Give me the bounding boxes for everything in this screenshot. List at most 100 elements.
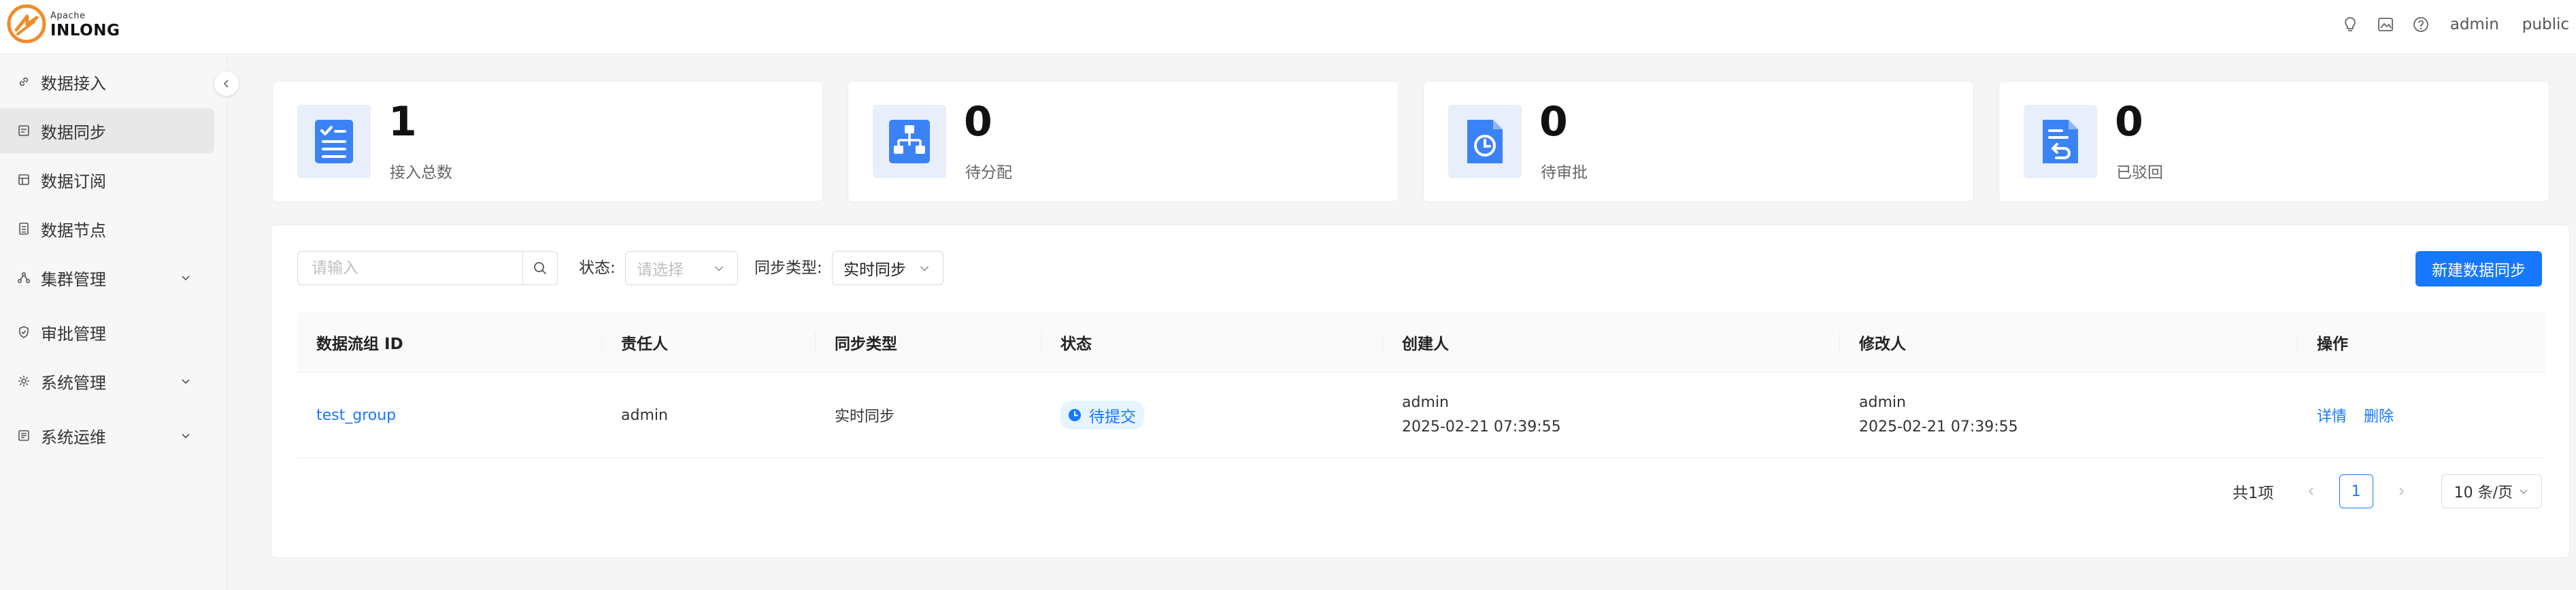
chevron-down-icon[interactable] <box>178 374 193 389</box>
chevron-left-icon <box>223 80 229 88</box>
table-header-row: 数据流组 ID 责任人 同步类型 状态 创建人 修改人 操作 <box>297 312 2546 373</box>
column-header-actions: 操作 <box>2298 312 2546 373</box>
next-page-button[interactable] <box>2391 481 2411 502</box>
stat-label: 待分配 <box>965 164 1012 182</box>
search-input[interactable] <box>297 251 523 285</box>
image-icon[interactable] <box>2375 14 2396 35</box>
help-icon[interactable] <box>2411 14 2431 35</box>
top-header: Apache INLONG admin public <box>0 0 2576 54</box>
stat-card-total: 1 接入总数 <box>272 81 823 202</box>
subscribe-icon <box>15 171 33 189</box>
clock-icon <box>1067 408 1082 423</box>
column-header-group-id[interactable]: 数据流组 ID <box>297 312 602 373</box>
stat-value: 0 <box>2115 98 2143 146</box>
sync-type-cell: 实时同步 <box>835 408 895 425</box>
table-row: test_group admin 实时同步 待提交 admin 2025-02-… <box>297 372 2546 458</box>
stat-card-rejected: 0 已驳回 <box>1998 81 2549 202</box>
search-button[interactable] <box>522 251 558 285</box>
sidebar-collapse-button[interactable] <box>214 71 239 96</box>
sidebar-item-data-subscribe[interactable]: 数据订阅 <box>0 157 214 202</box>
clock-document-icon <box>1448 105 1522 178</box>
chevron-right-icon <box>2399 487 2404 495</box>
main-content: 1 接入总数 0 待分配 0 待审批 0 已驳回 状态: 请选择 <box>227 54 2576 590</box>
cluster-icon <box>15 269 33 286</box>
brand-name: INLONG <box>50 22 120 39</box>
shield-icon <box>15 323 33 341</box>
chevron-down-icon <box>712 261 726 276</box>
filter-toolbar: 状态: 请选择 同步类型: 实时同步 新建数据同步 <box>297 251 2542 286</box>
status-select-value: 请选择 <box>637 261 684 279</box>
modifier-name: admin <box>1859 394 1906 411</box>
sidebar-item-label: 系统运维 <box>41 427 106 447</box>
pagination-total: 共1项 <box>2232 485 2274 502</box>
user-menu[interactable]: admin <box>2450 16 2499 33</box>
detail-link[interactable]: 详情 <box>2317 408 2347 425</box>
page-size-select[interactable]: 10 条/页 <box>2441 474 2542 508</box>
sync-icon <box>15 122 33 140</box>
stat-label: 接入总数 <box>390 164 452 182</box>
sync-type-filter-label: 同步类型: <box>754 259 822 277</box>
bulb-icon[interactable] <box>2340 14 2360 35</box>
column-header-creator[interactable]: 创建人 <box>1383 312 1840 373</box>
hierarchy-icon <box>873 105 946 178</box>
sidebar-item-data-node[interactable]: 数据节点 <box>0 206 214 251</box>
pagination: 共1项 1 10 条/页 <box>2232 474 2542 509</box>
page-number-button[interactable]: 1 <box>2339 474 2373 508</box>
sidebar: 数据接入 数据同步 数据订阅 数据节点 集群管理 审批管理 系统管理 系统运维 <box>0 54 227 590</box>
status-text: 待提交 <box>1089 408 1136 426</box>
page-size-value: 10 条/页 <box>2454 485 2513 502</box>
sidebar-item-data-access[interactable]: 数据接入 <box>0 59 214 104</box>
stat-value: 0 <box>1539 98 1568 146</box>
link-icon <box>15 73 33 91</box>
sidebar-item-label: 数据接入 <box>41 73 106 93</box>
sidebar-item-cluster-management[interactable]: 集群管理 <box>0 255 214 300</box>
column-header-modifier[interactable]: 修改人 <box>1840 312 2298 373</box>
sidebar-item-label: 数据同步 <box>41 122 106 142</box>
delete-link[interactable]: 删除 <box>2364 408 2394 425</box>
stat-value: 0 <box>964 98 992 146</box>
column-header-owner[interactable]: 责任人 <box>602 312 816 373</box>
stat-card-pending-assign: 0 待分配 <box>848 81 1399 202</box>
tenant-menu[interactable]: public <box>2522 16 2569 33</box>
sidebar-item-label: 审批管理 <box>41 324 106 344</box>
group-id-link[interactable]: test_group <box>316 407 396 424</box>
status-select[interactable]: 请选择 <box>625 251 738 285</box>
chevron-down-icon[interactable] <box>178 428 193 443</box>
sidebar-item-label: 数据订阅 <box>41 171 106 191</box>
gear-icon <box>15 372 33 390</box>
status-filter-label: 状态: <box>579 259 616 277</box>
chevron-left-icon <box>2308 487 2313 495</box>
data-sync-table: 数据流组 ID 责任人 同步类型 状态 创建人 修改人 操作 test_grou… <box>297 312 2546 458</box>
owner-cell: admin <box>621 406 668 424</box>
stat-card-pending-approval: 0 待审批 <box>1423 81 1974 202</box>
creator-name: admin <box>1402 394 1449 411</box>
prev-page-button[interactable] <box>2301 481 2322 502</box>
column-header-status[interactable]: 状态 <box>1041 312 1383 373</box>
return-document-icon <box>2024 105 2097 178</box>
sidebar-item-label: 集群管理 <box>41 269 106 289</box>
created-at: 2025-02-21 07:39:55 <box>1402 419 1561 436</box>
ops-icon <box>15 427 33 444</box>
modified-at: 2025-02-21 07:39:55 <box>1859 419 2018 436</box>
data-sync-table-card: 状态: 请选择 同步类型: 实时同步 新建数据同步 数据流组 ID 责任人 同步… <box>271 225 2570 558</box>
chevron-down-icon <box>2518 485 2532 498</box>
inlong-logo-mark-icon <box>7 4 46 44</box>
sidebar-item-system-ops[interactable]: 系统运维 <box>0 413 214 458</box>
chevron-down-icon <box>917 261 932 276</box>
checklist-icon <box>297 105 371 178</box>
node-icon <box>15 220 33 237</box>
sidebar-item-label: 系统管理 <box>41 373 106 393</box>
search-icon <box>534 262 546 274</box>
column-header-sync-type[interactable]: 同步类型 <box>816 312 1041 373</box>
sidebar-item-approval-management[interactable]: 审批管理 <box>0 310 214 355</box>
create-data-sync-button[interactable]: 新建数据同步 <box>2415 251 2542 286</box>
stat-label: 已驳回 <box>2116 164 2163 182</box>
stat-value: 1 <box>388 98 417 146</box>
sidebar-item-data-sync[interactable]: 数据同步 <box>0 108 214 153</box>
sidebar-item-system-management[interactable]: 系统管理 <box>0 359 214 404</box>
inlong-logo[interactable]: Apache INLONG <box>7 4 122 45</box>
chevron-down-icon[interactable] <box>178 270 193 285</box>
status-badge: 待提交 <box>1060 401 1144 429</box>
sync-type-select[interactable]: 实时同步 <box>832 251 943 285</box>
sync-type-select-value: 实时同步 <box>843 261 906 279</box>
